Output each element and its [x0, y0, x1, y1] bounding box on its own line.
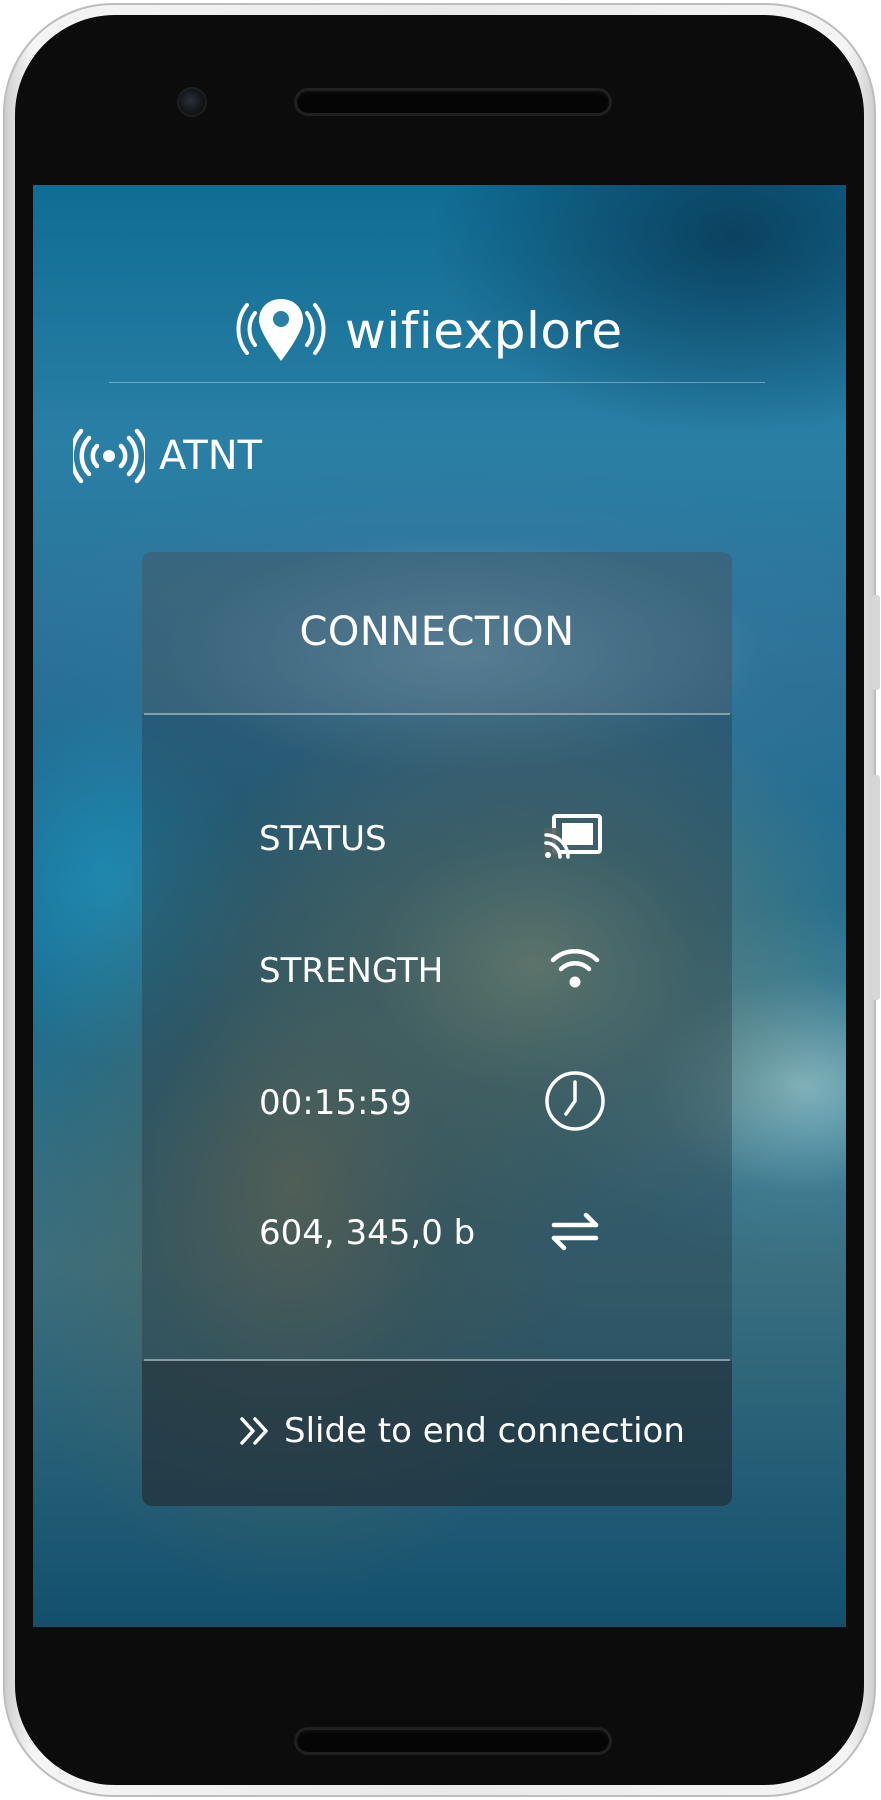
- double-chevron-right-icon: [240, 1417, 268, 1445]
- cast-icon: [544, 814, 602, 859]
- strength-label: STRENGTH: [259, 951, 444, 991]
- app-title: wifiexplore: [345, 302, 623, 360]
- app-screen: wifiexplore ATNT CONNECTION STATUS STREN…: [33, 185, 846, 1627]
- stat-row-data: 604, 345,0 b: [142, 1198, 732, 1268]
- stat-row-duration: 00:15:59: [142, 1068, 732, 1138]
- bottom-speaker: [294, 1727, 612, 1755]
- volume-button: [872, 595, 880, 690]
- broadcast-signal-icon: [73, 428, 145, 484]
- front-camera: [177, 87, 207, 117]
- card-header-divider: [144, 713, 730, 715]
- wifi-location-pin-icon: [236, 299, 326, 361]
- clock-icon: [545, 1071, 605, 1131]
- app-header: wifiexplore: [33, 295, 846, 375]
- card-footer: Slide to end connection: [142, 1361, 732, 1506]
- network-name: ATNT: [159, 433, 263, 479]
- card-title: CONNECTION: [299, 609, 575, 655]
- stat-row-status: STATUS: [142, 804, 732, 874]
- data-transferred-label: 604, 345,0 b: [259, 1213, 476, 1253]
- connection-card: CONNECTION STATUS STRENGTH 00:15:59 604,…: [142, 552, 732, 1506]
- duration-label: 00:15:59: [259, 1083, 412, 1123]
- stat-row-strength: STRENGTH: [142, 936, 732, 1006]
- data-transfer-icon: [551, 1212, 599, 1251]
- slide-to-end-connection[interactable]: Slide to end connection: [238, 1403, 685, 1459]
- power-button: [872, 775, 880, 1000]
- card-header: CONNECTION: [142, 552, 732, 714]
- wifi-signal-icon: [550, 949, 600, 988]
- header-divider: [109, 382, 765, 383]
- status-label: STATUS: [259, 819, 387, 859]
- top-speaker: [294, 88, 612, 116]
- slide-action-label: Slide to end connection: [284, 1411, 685, 1451]
